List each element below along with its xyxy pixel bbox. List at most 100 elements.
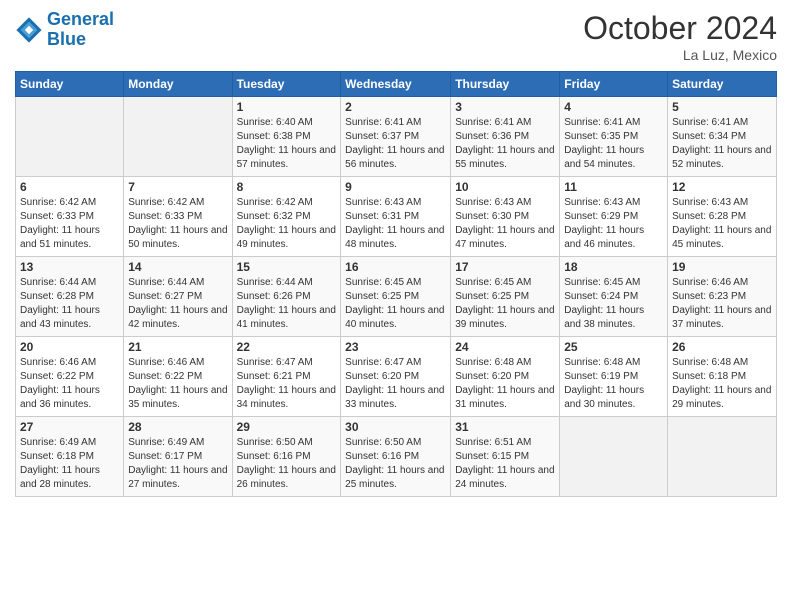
day-number: 20 — [20, 340, 119, 354]
day-number: 5 — [672, 100, 772, 114]
weekday-header-cell: Friday — [560, 72, 668, 97]
header: General Blue October 2024 La Luz, Mexico — [15, 10, 777, 63]
calendar-day-cell: 2Sunrise: 6:41 AMSunset: 6:37 PMDaylight… — [341, 97, 451, 177]
calendar-day-cell: 14 Sunrise: 6:44 AMSunset: 6:27 PMDayligh… — [124, 257, 232, 337]
day-info: Sunrise: 6:43 AMSunset: 6:29 PMDaylight:… — [564, 196, 663, 252]
calendar-week-row: 1 Sunrise: 6:40 AMSunset: 6:38 PMDaylight… — [16, 97, 777, 177]
day-number: 3 — [455, 100, 555, 114]
day-info: Sunrise: 6:47 AMSunset: 6:21 PMDaylight:… — [237, 356, 337, 412]
calendar-day-cell: 22Sunrise: 6:47 AMSunset: 6:21 PMDayligh… — [232, 337, 341, 417]
calendar-day-cell: 28 Sunrise: 6:49 AMSunset: 6:17 PMDayligh… — [124, 417, 232, 497]
calendar-day-cell — [124, 97, 232, 177]
day-info: Sunrise: 6:44 AMSunset: 6:28 PMDaylight:… — [20, 276, 119, 332]
weekday-header-cell: Sunday — [16, 72, 124, 97]
day-number: 25 — [564, 340, 663, 354]
calendar-day-cell: 8 Sunrise: 6:42 AMSunset: 6:32 PMDaylight… — [232, 177, 341, 257]
day-info: Sunrise: 6:49 AMSunset: 6:18 PMDaylight:… — [20, 436, 119, 492]
calendar-day-cell: 7Sunrise: 6:42 AMSunset: 6:33 PMDaylight… — [124, 177, 232, 257]
title-block: October 2024 La Luz, Mexico — [583, 10, 777, 63]
calendar-day-cell — [668, 417, 777, 497]
calendar-week-row: 20 Sunrise: 6:46 AMSunset: 6:22 PMDayligh… — [16, 337, 777, 417]
day-number: 30 — [345, 420, 446, 434]
calendar-day-cell: 15Sunrise: 6:44 AMSunset: 6:26 PMDayligh… — [232, 257, 341, 337]
day-info: Sunrise: 6:48 AMSunset: 6:18 PMDaylight:… — [672, 356, 772, 412]
day-info: Sunrise: 6:41 AMSunset: 6:35 PMDaylight:… — [564, 116, 663, 172]
day-number: 17 — [455, 260, 555, 274]
day-info: Sunrise: 6:41 AMSunset: 6:37 PMDaylight:… — [345, 116, 446, 172]
calendar-day-cell: 4 Sunrise: 6:41 AMSunset: 6:35 PMDaylight… — [560, 97, 668, 177]
day-info: Sunrise: 6:43 AMSunset: 6:28 PMDaylight:… — [672, 196, 772, 252]
calendar-day-cell — [560, 417, 668, 497]
logo-line2: Blue — [47, 29, 86, 49]
day-number: 26 — [672, 340, 772, 354]
day-info: Sunrise: 6:40 AMSunset: 6:38 PMDaylight:… — [237, 116, 337, 172]
day-number: 31 — [455, 420, 555, 434]
day-info: Sunrise: 6:41 AMSunset: 6:36 PMDaylight:… — [455, 116, 555, 172]
calendar-day-cell: 26 Sunrise: 6:48 AMSunset: 6:18 PMDayligh… — [668, 337, 777, 417]
weekday-header-row: SundayMondayTuesdayWednesdayThursdayFrid… — [16, 72, 777, 97]
day-number: 21 — [128, 340, 227, 354]
day-info: Sunrise: 6:43 AMSunset: 6:31 PMDaylight:… — [345, 196, 446, 252]
day-number: 1 — [237, 100, 337, 114]
day-number: 27 — [20, 420, 119, 434]
day-info: Sunrise: 6:51 AMSunset: 6:15 PMDaylight:… — [455, 436, 555, 492]
day-number: 28 — [128, 420, 227, 434]
calendar-week-row: 27 Sunrise: 6:49 AMSunset: 6:18 PMDayligh… — [16, 417, 777, 497]
calendar-day-cell: 1 Sunrise: 6:40 AMSunset: 6:38 PMDaylight… — [232, 97, 341, 177]
day-info: Sunrise: 6:45 AMSunset: 6:25 PMDaylight:… — [345, 276, 446, 332]
day-number: 12 — [672, 180, 772, 194]
weekday-header-cell: Tuesday — [232, 72, 341, 97]
day-number: 4 — [564, 100, 663, 114]
day-info: Sunrise: 6:42 AMSunset: 6:33 PMDaylight:… — [20, 196, 119, 252]
day-number: 8 — [237, 180, 337, 194]
calendar-week-row: 6Sunrise: 6:42 AMSunset: 6:33 PMDaylight… — [16, 177, 777, 257]
calendar-day-cell: 13 Sunrise: 6:44 AMSunset: 6:28 PMDayligh… — [16, 257, 124, 337]
calendar-day-cell: 19 Sunrise: 6:46 AMSunset: 6:23 PMDayligh… — [668, 257, 777, 337]
day-number: 14 — [128, 260, 227, 274]
day-number: 19 — [672, 260, 772, 274]
weekday-header-cell: Saturday — [668, 72, 777, 97]
weekday-header-cell: Thursday — [451, 72, 560, 97]
calendar-day-cell: 12 Sunrise: 6:43 AMSunset: 6:28 PMDayligh… — [668, 177, 777, 257]
day-info: Sunrise: 6:44 AMSunset: 6:26 PMDaylight:… — [237, 276, 337, 332]
calendar-day-cell: 9 Sunrise: 6:43 AMSunset: 6:31 PMDaylight… — [341, 177, 451, 257]
day-number: 24 — [455, 340, 555, 354]
calendar-day-cell: 29Sunrise: 6:50 AMSunset: 6:16 PMDayligh… — [232, 417, 341, 497]
day-number: 11 — [564, 180, 663, 194]
day-number: 9 — [345, 180, 446, 194]
weekday-header-cell: Wednesday — [341, 72, 451, 97]
calendar-day-cell: 20 Sunrise: 6:46 AMSunset: 6:22 PMDayligh… — [16, 337, 124, 417]
calendar-body: 1 Sunrise: 6:40 AMSunset: 6:38 PMDaylight… — [16, 97, 777, 497]
day-number: 16 — [345, 260, 446, 274]
day-info: Sunrise: 6:49 AMSunset: 6:17 PMDaylight:… — [128, 436, 227, 492]
calendar-day-cell: 24 Sunrise: 6:48 AMSunset: 6:20 PMDayligh… — [451, 337, 560, 417]
day-info: Sunrise: 6:50 AMSunset: 6:16 PMDaylight:… — [237, 436, 337, 492]
day-info: Sunrise: 6:45 AMSunset: 6:24 PMDaylight:… — [564, 276, 663, 332]
calendar-day-cell: 27 Sunrise: 6:49 AMSunset: 6:18 PMDayligh… — [16, 417, 124, 497]
day-info: Sunrise: 6:46 AMSunset: 6:22 PMDaylight:… — [20, 356, 119, 412]
calendar-day-cell: 3 Sunrise: 6:41 AMSunset: 6:36 PMDaylight… — [451, 97, 560, 177]
logo-text: General Blue — [47, 10, 114, 50]
logo-line1: General — [47, 9, 114, 29]
calendar-day-cell: 18Sunrise: 6:45 AMSunset: 6:24 PMDayligh… — [560, 257, 668, 337]
day-info: Sunrise: 6:48 AMSunset: 6:20 PMDaylight:… — [455, 356, 555, 412]
day-number: 23 — [345, 340, 446, 354]
logo: General Blue — [15, 10, 114, 50]
day-info: Sunrise: 6:44 AMSunset: 6:27 PMDaylight:… — [128, 276, 227, 332]
calendar-day-cell: 17 Sunrise: 6:45 AMSunset: 6:25 PMDayligh… — [451, 257, 560, 337]
day-info: Sunrise: 6:47 AMSunset: 6:20 PMDaylight:… — [345, 356, 446, 412]
day-info: Sunrise: 6:42 AMSunset: 6:32 PMDaylight:… — [237, 196, 337, 252]
calendar-day-cell: 11 Sunrise: 6:43 AMSunset: 6:29 PMDayligh… — [560, 177, 668, 257]
day-number: 13 — [20, 260, 119, 274]
calendar-day-cell: 23 Sunrise: 6:47 AMSunset: 6:20 PMDayligh… — [341, 337, 451, 417]
page: General Blue October 2024 La Luz, Mexico… — [0, 0, 792, 612]
calendar-day-cell: 21Sunrise: 6:46 AMSunset: 6:22 PMDayligh… — [124, 337, 232, 417]
calendar-day-cell: 10Sunrise: 6:43 AMSunset: 6:30 PMDayligh… — [451, 177, 560, 257]
calendar-table: SundayMondayTuesdayWednesdayThursdayFrid… — [15, 71, 777, 497]
calendar-day-cell: 5 Sunrise: 6:41 AMSunset: 6:34 PMDaylight… — [668, 97, 777, 177]
logo-icon — [15, 16, 43, 44]
day-info: Sunrise: 6:41 AMSunset: 6:34 PMDaylight:… — [672, 116, 772, 172]
month-title: October 2024 — [583, 10, 777, 47]
day-info: Sunrise: 6:45 AMSunset: 6:25 PMDaylight:… — [455, 276, 555, 332]
day-info: Sunrise: 6:46 AMSunset: 6:23 PMDaylight:… — [672, 276, 772, 332]
